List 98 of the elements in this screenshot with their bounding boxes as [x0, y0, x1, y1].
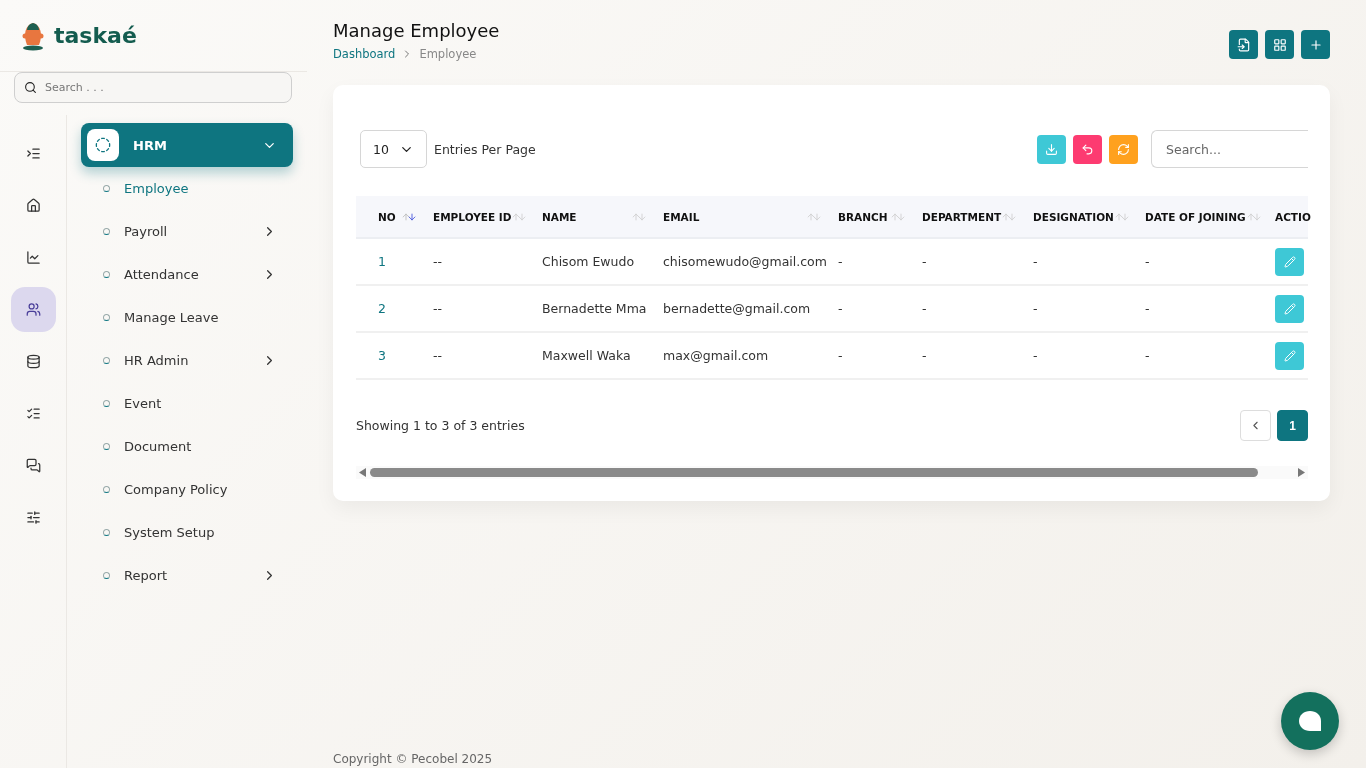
search-input[interactable]: Search . . .: [43, 80, 282, 95]
sort-icon: [401, 211, 417, 222]
table-cell: -: [828, 285, 912, 332]
grid-icon: [1272, 37, 1287, 52]
search-field[interactable]: Search . . .: [14, 72, 292, 103]
column-header[interactable]: DEPARTMENT: [912, 196, 1023, 238]
users-icon: [25, 302, 41, 317]
menu-item[interactable]: System Setup: [81, 511, 293, 554]
home-icon: [25, 198, 41, 213]
menu-item[interactable]: Document: [81, 425, 293, 468]
sort-icon: [806, 211, 822, 222]
edit-button[interactable]: [1275, 294, 1304, 323]
page-button[interactable]: 1: [1277, 410, 1308, 441]
table-cell: -: [1135, 332, 1265, 379]
chat-icon: [25, 458, 41, 473]
brand-logo: taskaé: [54, 23, 137, 48]
download-icon: [1045, 142, 1058, 156]
column-header[interactable]: EMAIL: [653, 196, 828, 238]
breadcrumb-link[interactable]: Dashboard: [333, 47, 396, 61]
table-cell: Maxwell Waka: [532, 332, 653, 379]
menu-item[interactable]: Event: [81, 382, 293, 425]
table-cell: Chisom Ewudo: [532, 238, 653, 285]
column-header[interactable]: DESIGNATION: [1023, 196, 1135, 238]
menu-item[interactable]: Payroll: [81, 210, 293, 253]
chat-button[interactable]: [1281, 692, 1339, 750]
sort-icon: [631, 211, 647, 222]
table-cell: -: [912, 238, 1023, 285]
horizontal-scrollbar[interactable]: [356, 466, 1308, 479]
undo-button[interactable]: [1073, 134, 1102, 164]
mascot-logo-icon: [20, 20, 46, 51]
menu-indent-icon: [25, 146, 41, 161]
sort-icon: [511, 211, 528, 222]
scrollbar-thumb[interactable]: [370, 468, 1258, 477]
refresh-icon: [1117, 142, 1130, 156]
file-button[interactable]: [1229, 30, 1258, 59]
chat-bubble-icon: [1298, 710, 1322, 732]
hrm-menu-group[interactable]: HRM: [81, 123, 293, 167]
page-title: Manage Employee: [333, 20, 500, 41]
entries-summary: Showing 1 to 3 of 3 entries: [356, 418, 525, 433]
chart-icon: [25, 250, 41, 265]
page-size-select[interactable]: 10: [360, 130, 427, 168]
table-cell: 3: [356, 332, 423, 379]
column-header[interactable]: BRANCH: [828, 196, 912, 238]
menu-item[interactable]: Employee: [81, 167, 293, 210]
sort-icon: [1001, 211, 1018, 222]
sort-icon: [1245, 211, 1262, 222]
column-header[interactable]: EMPLOYEE ID: [423, 196, 532, 238]
sort-icon: [890, 211, 906, 222]
table-search-field[interactable]: Search...: [1151, 130, 1308, 168]
scroll-left-icon: [359, 468, 366, 477]
menu-item[interactable]: HR Admin: [81, 339, 293, 382]
plus-icon: [1308, 37, 1323, 52]
copyright-text: Copyright © Pecobel 2025: [333, 752, 494, 768]
table-cell: -: [828, 332, 912, 379]
table-cell: chisomewudo@gmail.com: [653, 238, 828, 285]
checklist-icon: [25, 406, 41, 421]
table-cell: -: [1023, 285, 1135, 332]
edit-button[interactable]: [1275, 247, 1304, 276]
download-button[interactable]: [1037, 134, 1066, 164]
edit-button[interactable]: [1275, 341, 1304, 370]
table-cell: bernadette@gmail.com: [653, 285, 828, 332]
table-cell: -: [1023, 238, 1135, 285]
table-cell: --: [423, 332, 532, 379]
settings-icon: [25, 510, 41, 525]
table-cell: -: [912, 285, 1023, 332]
column-header[interactable]: NAME: [532, 196, 653, 238]
table-cell: 1: [356, 238, 423, 285]
column-header[interactable]: NO: [356, 196, 423, 238]
table-cell: -: [1023, 332, 1135, 379]
table-cell: --: [423, 238, 532, 285]
menu-item[interactable]: Attendance: [81, 253, 293, 296]
table-cell: max@gmail.com: [653, 332, 828, 379]
menu-item[interactable]: Report: [81, 554, 293, 597]
table-cell: -: [828, 238, 912, 285]
pencil-icon: [1283, 349, 1296, 362]
table-cell: -: [1135, 238, 1265, 285]
table-cell: Bernadette Mma: [532, 285, 653, 332]
scroll-right-icon: [1298, 468, 1305, 477]
rail-button[interactable]: [10, 287, 56, 332]
hrm-icon: [87, 129, 119, 161]
grid-button[interactable]: [1265, 30, 1294, 59]
refresh-button[interactable]: [1109, 134, 1138, 164]
menu-item[interactable]: Company Policy: [81, 468, 293, 511]
pencil-icon: [1283, 302, 1296, 315]
pencil-icon: [1283, 255, 1296, 268]
file-icon: [1236, 37, 1251, 52]
table-cell: -: [1135, 285, 1265, 332]
column-header[interactable]: DATE OF JOINING: [1135, 196, 1265, 238]
table-cell: --: [423, 285, 532, 332]
plus-button[interactable]: [1301, 30, 1330, 59]
search-icon: [24, 81, 37, 94]
undo-icon: [1081, 142, 1094, 156]
table-cell: -: [912, 332, 1023, 379]
menu-item[interactable]: Manage Leave: [81, 296, 293, 339]
sort-icon: [1113, 211, 1130, 222]
entries-label: Entries Per Page: [434, 141, 536, 157]
table-cell: 2: [356, 285, 423, 332]
database-icon: [25, 354, 41, 369]
